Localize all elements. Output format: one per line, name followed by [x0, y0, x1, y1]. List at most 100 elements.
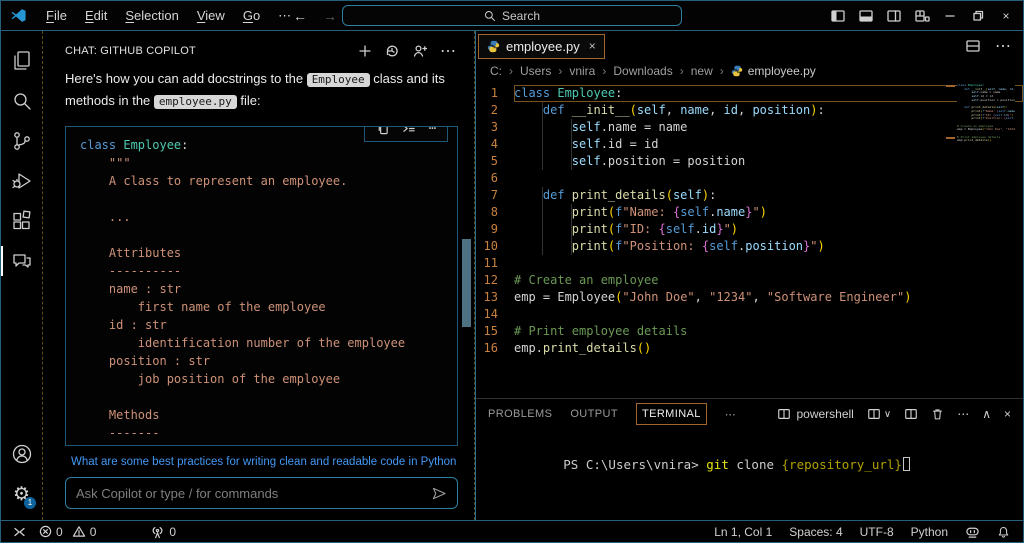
terminal-cursor: [903, 457, 910, 471]
customize-layout-icon[interactable]: [909, 3, 935, 29]
chat-input[interactable]: [76, 486, 432, 501]
minimize-icon[interactable]: [937, 3, 963, 29]
line-number: 10: [476, 238, 514, 255]
editor-code-line[interactable]: 11: [476, 255, 1023, 272]
chevron-down-icon: ∨: [884, 409, 891, 420]
editor-code-line[interactable]: 13emp = Employee("John Doe", "1234", "So…: [476, 289, 1023, 306]
toggle-secondary-sidebar-icon[interactable]: [881, 3, 907, 29]
explorer-icon[interactable]: [1, 41, 42, 81]
copy-icon[interactable]: [376, 126, 389, 135]
menu-edit[interactable]: Edit: [76, 8, 116, 23]
menu-selection[interactable]: Selection: [116, 8, 187, 23]
cursor-position[interactable]: Ln 1, Col 1: [714, 525, 772, 539]
tab-problems[interactable]: PROBLEMS: [488, 408, 552, 420]
new-chat-icon[interactable]: [358, 44, 372, 58]
forward-arrow-icon[interactable]: →: [323, 8, 337, 24]
tab-close-icon[interactable]: ×: [589, 39, 596, 53]
breadcrumb-item[interactable]: Downloads: [613, 64, 672, 78]
editor-code-line[interactable]: 6: [476, 170, 1023, 187]
panel-more-icon[interactable]: ⋯: [957, 407, 969, 421]
accounts-icon[interactable]: [1, 434, 42, 474]
toggle-panel-icon[interactable]: [853, 3, 879, 29]
extensions-icon[interactable]: [1, 201, 42, 241]
user-icon[interactable]: [412, 44, 427, 58]
source-control-icon[interactable]: [1, 121, 42, 161]
panel-header: PROBLEMS OUTPUT TERMINAL ⋯ powershell ∨: [476, 399, 1023, 429]
run-debug-icon[interactable]: [1, 161, 42, 201]
panel: PROBLEMS OUTPUT TERMINAL ⋯ powershell ∨: [476, 398, 1023, 520]
tab-terminal[interactable]: TERMINAL: [636, 403, 707, 425]
tab-label: employee.py: [506, 39, 580, 54]
editor-code-line[interactable]: 7def print_details(self):: [476, 187, 1023, 204]
editor-code-line[interactable]: 10print(f"Position: {self.position}"): [476, 238, 1023, 255]
chat-code-line: id : str: [80, 316, 457, 334]
command-center-search[interactable]: Search: [342, 5, 682, 26]
panel-more-tabs-icon[interactable]: ⋯: [725, 408, 736, 421]
insert-at-cursor-icon[interactable]: [402, 126, 416, 135]
editor-code-line[interactable]: 2def __init__(self, name, id, position):: [476, 102, 1023, 119]
close-window-icon[interactable]: ×: [993, 3, 1019, 29]
vscode-window: FileEditSelectionViewGo ⋯ ← → Search ×: [0, 0, 1024, 543]
back-arrow-icon[interactable]: ←: [293, 8, 307, 24]
close-panel-icon[interactable]: ×: [1004, 407, 1011, 421]
chat-suggestion[interactable]: What are some best practices for writing…: [65, 455, 456, 468]
settings-gear-icon[interactable]: ⚙1: [1, 474, 42, 514]
code-editor[interactable]: 1class Employee:2def __init__(self, name…: [476, 81, 1023, 398]
copilot-icon[interactable]: [965, 525, 980, 539]
chat-code-line: print_details():: [80, 442, 457, 446]
editor-code-line[interactable]: 8print(f"Name: {self.name}"): [476, 204, 1023, 221]
editor-code-line[interactable]: 12# Create an employee: [476, 272, 1023, 289]
chat-sidebar-icon[interactable]: [1, 241, 42, 281]
history-icon[interactable]: [385, 44, 399, 58]
editor-code-line[interactable]: 16emp.print_details(): [476, 340, 1023, 357]
tab-output[interactable]: OUTPUT: [570, 408, 618, 420]
editor-code-line[interactable]: 14: [476, 306, 1023, 323]
editor-code-line[interactable]: 1class Employee:: [476, 85, 1023, 102]
chat-code-line: name : str: [80, 280, 457, 298]
editor-code-line[interactable]: 4self.id = id: [476, 136, 1023, 153]
new-terminal-dropdown[interactable]: ∨: [867, 407, 891, 421]
send-icon[interactable]: [432, 487, 447, 500]
breadcrumb-item[interactable]: C:: [490, 64, 502, 78]
code-block-more-icon[interactable]: ⋯: [429, 126, 436, 137]
chat-more-icon[interactable]: ⋯: [440, 41, 456, 61]
ports-indicator[interactable]: 0: [150, 525, 176, 539]
search-sidebar-icon[interactable]: [1, 81, 42, 121]
settings-badge: 1: [24, 497, 36, 509]
chat-panel-header: CHAT: GITHUB COPILOT ⋯: [65, 41, 456, 61]
breadcrumb-item[interactable]: new: [691, 64, 713, 78]
editor-lines: 1class Employee:2def __init__(self, name…: [476, 85, 1023, 357]
tab-employee-py[interactable]: employee.py ×: [478, 34, 605, 59]
menu-go[interactable]: Go: [234, 8, 269, 23]
problems-indicator[interactable]: 0 0: [39, 525, 96, 539]
editor-code-line[interactable]: 9print(f"ID: {self.id}"): [476, 221, 1023, 238]
terminal-content[interactable]: PS C:\Users\vnira> git clone {repository…: [476, 429, 1023, 501]
menu-file[interactable]: File: [37, 8, 76, 23]
chat-code-line: """: [80, 154, 457, 172]
minimap[interactable]: class Employee: def __init__(self, name,…: [957, 84, 1015, 143]
editor-code-line[interactable]: 5self.position = position: [476, 153, 1023, 170]
breadcrumb-item[interactable]: vnira: [569, 64, 595, 78]
split-terminal-icon[interactable]: [904, 407, 918, 421]
chat-scrollbar[interactable]: [462, 239, 471, 327]
chat-code-line: identification number of the employee: [80, 334, 457, 352]
breadcrumb[interactable]: C:›Users›vnira›Downloads›new › employee.…: [476, 61, 1023, 81]
chat-code-line: -------: [80, 424, 457, 442]
restore-icon[interactable]: [965, 3, 991, 29]
menu-view[interactable]: View: [188, 8, 234, 23]
remote-indicator[interactable]: [11, 525, 27, 539]
breadcrumb-item[interactable]: Users: [520, 64, 551, 78]
editor-code-line[interactable]: 3self.name = name: [476, 119, 1023, 136]
maximize-panel-icon[interactable]: ∧: [982, 407, 991, 421]
split-editor-icon[interactable]: [965, 38, 981, 54]
toggle-sidebar-icon[interactable]: [825, 3, 851, 29]
python-file-icon: [487, 40, 500, 53]
encoding[interactable]: UTF-8: [860, 525, 894, 539]
terminal-instance[interactable]: powershell: [777, 407, 853, 421]
editor-code-line[interactable]: 15# Print employee details: [476, 323, 1023, 340]
editor-more-icon[interactable]: ⋯: [995, 36, 1011, 56]
bell-icon[interactable]: [997, 525, 1010, 539]
language-mode[interactable]: Python: [911, 525, 948, 539]
trash-icon[interactable]: [931, 407, 944, 421]
indentation[interactable]: Spaces: 4: [789, 525, 842, 539]
